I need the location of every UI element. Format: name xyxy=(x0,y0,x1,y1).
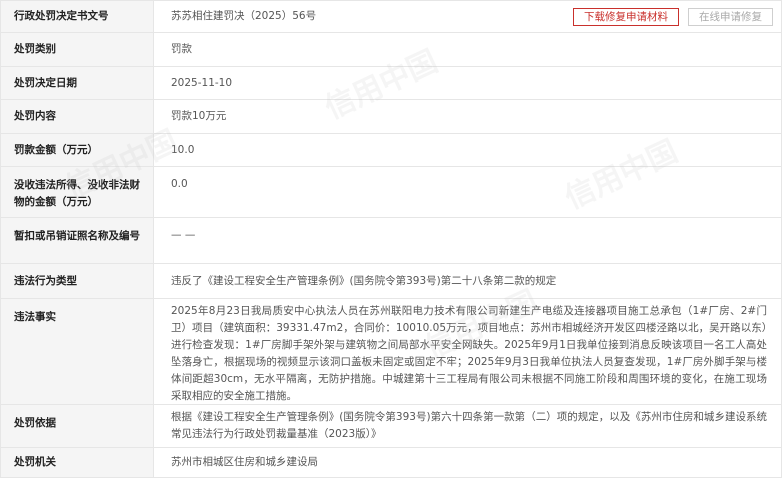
row-violation-facts: 违法事实 2025年8月23日我局质安中心执法人员在苏州联阳电力技术有限公司新建… xyxy=(1,299,782,405)
row-license-revocation: 暂扣或吊销证照名称及编号 — — xyxy=(1,218,782,264)
label-violation-facts: 违法事实 xyxy=(1,299,154,404)
penalty-detail-table: 行政处罚决定书文号 苏苏相住建罚决（2025）56号 下载修复申请材料 在线申请… xyxy=(0,0,782,478)
label-license-revocation: 暂扣或吊销证照名称及编号 xyxy=(1,218,154,263)
row-penalty-content: 处罚内容 罚款10万元 xyxy=(1,100,782,134)
value-violation-type: 违反了《建设工程安全生产管理条例》(国务院令第393号)第二十八条第二款的规定 xyxy=(154,264,782,298)
online-repair-apply-button[interactable]: 在线申请修复 xyxy=(688,7,773,26)
value-penalty-basis: 根据《建设工程安全生产管理条例》(国务院令第393号)第六十四条第一款第（二）项… xyxy=(154,405,782,447)
row-decision-date: 处罚决定日期 2025-11-10 xyxy=(1,67,782,100)
decision-number-text: 苏苏相住建罚决（2025）56号 xyxy=(171,10,317,22)
repair-actions: 下载修复申请材料 在线申请修复 xyxy=(573,7,773,26)
label-penalty-basis: 处罚依据 xyxy=(1,405,154,447)
value-penalty-authority: 苏州市相城区住房和城乡建设局 xyxy=(154,448,782,477)
value-decision-number: 苏苏相住建罚决（2025）56号 下载修复申请材料 在线申请修复 xyxy=(154,1,782,32)
value-penalty-category: 罚款 xyxy=(154,33,782,66)
row-penalty-authority: 处罚机关 苏州市相城区住房和城乡建设局 xyxy=(1,448,782,478)
row-penalty-category: 处罚类别 罚款 xyxy=(1,33,782,67)
value-decision-date: 2025-11-10 xyxy=(154,67,782,99)
label-decision-number: 行政处罚决定书文号 xyxy=(1,1,154,32)
value-fine-amount: 10.0 xyxy=(154,134,782,166)
download-repair-materials-button[interactable]: 下载修复申请材料 xyxy=(573,7,679,26)
value-penalty-content: 罚款10万元 xyxy=(154,100,782,133)
row-violation-type: 违法行为类型 违反了《建设工程安全生产管理条例》(国务院令第393号)第二十八条… xyxy=(1,264,782,299)
label-penalty-content: 处罚内容 xyxy=(1,100,154,133)
row-penalty-basis: 处罚依据 根据《建设工程安全生产管理条例》(国务院令第393号)第六十四条第一款… xyxy=(1,405,782,448)
value-confiscation-amount: 0.0 xyxy=(154,167,782,217)
label-fine-amount: 罚款金额（万元） xyxy=(1,134,154,166)
row-fine-amount: 罚款金额（万元） 10.0 xyxy=(1,134,782,167)
value-violation-facts: 2025年8月23日我局质安中心执法人员在苏州联阳电力技术有限公司新建生产电缆及… xyxy=(154,299,782,404)
label-violation-type: 违法行为类型 xyxy=(1,264,154,298)
label-penalty-authority: 处罚机关 xyxy=(1,448,154,477)
label-confiscation-amount: 没收违法所得、没收非法财物的金额（万元） xyxy=(1,167,154,217)
row-confiscation-amount: 没收违法所得、没收非法财物的金额（万元） 0.0 xyxy=(1,167,782,218)
label-decision-date: 处罚决定日期 xyxy=(1,67,154,99)
value-license-revocation: — — xyxy=(154,218,782,263)
row-decision-number: 行政处罚决定书文号 苏苏相住建罚决（2025）56号 下载修复申请材料 在线申请… xyxy=(1,1,782,33)
label-penalty-category: 处罚类别 xyxy=(1,33,154,66)
